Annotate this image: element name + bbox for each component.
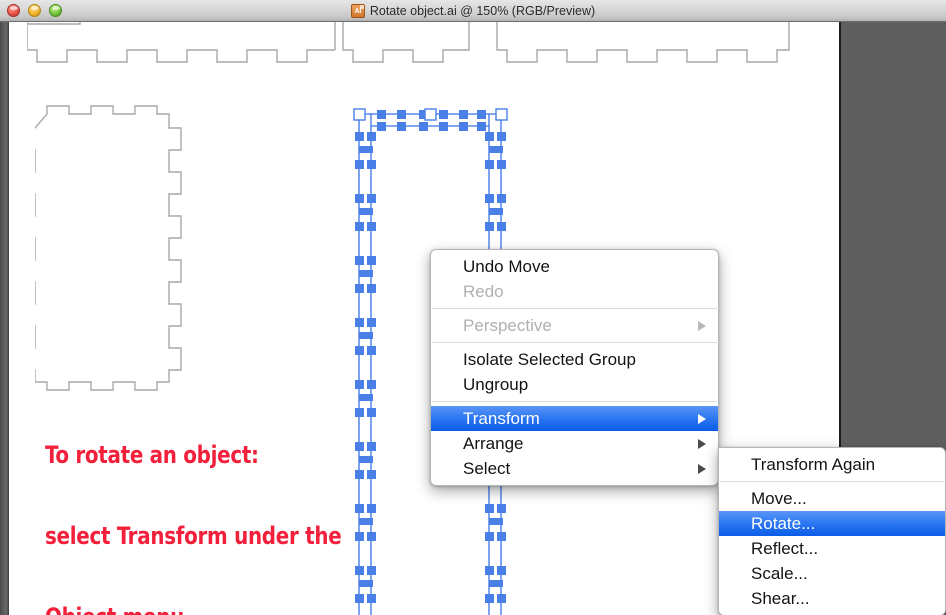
submenu-separator (720, 481, 944, 482)
context-menu-separator (432, 401, 717, 402)
puzzle-strip-top-right[interactable] (489, 22, 829, 74)
submenu-item-shear[interactable]: Shear... (719, 586, 945, 611)
menu-item-label: Transform Again (751, 455, 876, 474)
illustrator-document-icon: Ai (350, 4, 365, 18)
menu-item-label: Ungroup (463, 375, 529, 394)
menu-item-label: Rotate... (751, 514, 816, 533)
menu-item-label: Scale... (751, 564, 808, 583)
annotation-line-2: select Transform under the (45, 522, 342, 550)
window-title-bar: Ai Rotate object.ai @ 150% (RGB/Preview) (0, 0, 946, 22)
menu-item-label: Undo Move (463, 257, 550, 276)
context-menu-item-arrange[interactable]: Arrange (431, 431, 718, 456)
menu-item-label: Redo (463, 282, 504, 301)
context-menu-item-transform[interactable]: Transform (431, 406, 718, 431)
submenu-item-reflect[interactable]: Reflect... (719, 536, 945, 561)
context-menu-item-select[interactable]: Select (431, 456, 718, 481)
submenu-arrow-icon (698, 320, 706, 331)
menu-item-label: Perspective (463, 316, 552, 335)
transform-submenu[interactable]: Transform Again Move... Rotate... Reflect..… (718, 447, 946, 615)
context-menu-item-perspective: Perspective (431, 313, 718, 338)
menu-item-label: Shear... (751, 589, 810, 608)
workspace: To rotate an object: select Transform un… (0, 22, 946, 615)
submenu-arrow-icon (698, 413, 706, 424)
submenu-item-scale[interactable]: Scale... (719, 561, 945, 586)
context-menu-item-redo: Redo (431, 279, 718, 304)
context-menu[interactable]: Undo Move Redo Perspective Isolate Selected… (430, 249, 719, 486)
submenu-item-move[interactable]: Move... (719, 486, 945, 511)
menu-item-label: Reflect... (751, 539, 819, 558)
window-title: Ai Rotate object.ai @ 150% (RGB/Preview) (0, 0, 946, 22)
context-menu-item-undo-move[interactable]: Undo Move (431, 254, 718, 279)
puzzle-strip-top-left[interactable] (27, 22, 347, 74)
submenu-arrow-icon (698, 463, 706, 474)
menu-item-label: Select (463, 459, 511, 478)
context-menu-item-ungroup[interactable]: Ungroup (431, 372, 718, 397)
left-gutter (0, 22, 9, 615)
menu-item-label: Arrange (463, 434, 524, 453)
minimize-button[interactable] (28, 4, 41, 17)
menu-item-label: Isolate Selected Group (463, 350, 636, 369)
menu-item-label: Move... (751, 489, 807, 508)
context-menu-separator (432, 308, 717, 309)
annotation-line-3: Object menu.. (45, 604, 341, 615)
submenu-item-rotate[interactable]: Rotate... (719, 511, 945, 536)
menu-item-label: Transform (463, 409, 540, 428)
doc-icon-label: Ai (354, 7, 362, 15)
close-button[interactable] (7, 4, 20, 17)
annotation-text: To rotate an object: select Transform un… (45, 388, 342, 615)
context-menu-separator (432, 342, 717, 343)
illustrator-window: Ai Rotate object.ai @ 150% (RGB/Preview) (0, 0, 946, 615)
context-menu-item-isolate-selected-group[interactable]: Isolate Selected Group (431, 347, 718, 372)
submenu-item-transform-again[interactable]: Transform Again (719, 452, 945, 477)
annotation-line-1: To rotate an object: (45, 441, 259, 469)
zoom-button[interactable] (49, 4, 62, 17)
window-controls (7, 4, 62, 17)
submenu-arrow-icon (698, 438, 706, 449)
puzzle-shape-left[interactable] (35, 98, 195, 398)
window-title-text: Rotate object.ai @ 150% (RGB/Preview) (369, 4, 596, 18)
puzzle-strip-top-middle[interactable] (341, 22, 491, 74)
